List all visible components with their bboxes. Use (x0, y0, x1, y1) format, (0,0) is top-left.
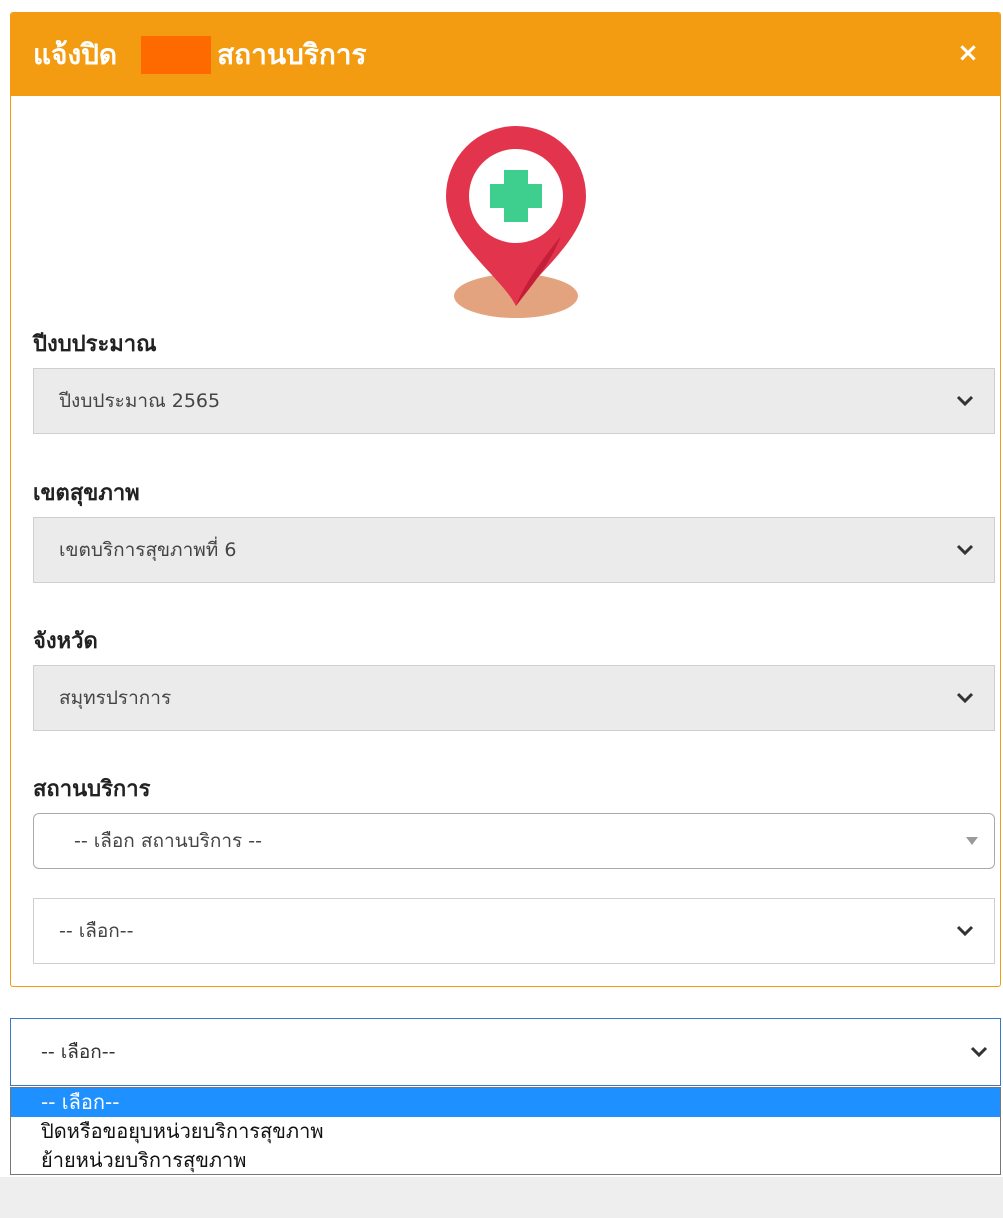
page: แจ้งปิด สถานบริการ × ปีงบประมาณ ปีงบประม… (0, 0, 1003, 1218)
chevron-down-icon (956, 925, 974, 937)
location-pin-medical-cross-icon (446, 126, 586, 318)
chevron-down-icon (956, 692, 974, 704)
facility-value: -- เลือก สถานบริการ -- (74, 830, 262, 852)
close-button[interactable]: × (950, 35, 986, 71)
dropdown-option[interactable]: ย้ายหน่วยบริการสุขภาพ (11, 1146, 1000, 1175)
modal-title-left: แจ้งปิด (33, 37, 118, 71)
action-type-select[interactable]: -- เลือก-- (33, 898, 995, 964)
health-region-select[interactable]: เขตบริการสุขภาพที่ 6 (33, 517, 995, 583)
dropdown-arrow-icon (966, 837, 978, 845)
background-strip (0, 1177, 1003, 1218)
action-type-value: -- เลือก-- (59, 920, 134, 942)
chevron-down-icon (956, 395, 974, 407)
province-value: สมุทรปราการ (59, 687, 172, 709)
dropdown-option[interactable]: ปิดหรือขอยุบหน่วยบริการสุขภาพ (11, 1117, 1000, 1146)
fiscal-year-label: ปีงบประมาณ (33, 332, 157, 357)
province-select[interactable]: สมุทรปราการ (33, 665, 995, 731)
redacted-block (141, 35, 212, 74)
modal-title-right: สถานบริการ (217, 37, 367, 71)
health-region-label: เขตสุขภาพ (33, 481, 140, 506)
fiscal-year-select[interactable]: ปีงบประมาณ 2565 (33, 368, 995, 434)
action-open-select[interactable]: -- เลือก-- (10, 1018, 1001, 1086)
province-label: จังหวัด (33, 629, 98, 654)
close-facility-modal: แจ้งปิด สถานบริการ × ปีงบประมาณ ปีงบประม… (10, 12, 1001, 987)
fiscal-year-value: ปีงบประมาณ 2565 (59, 390, 221, 412)
chevron-down-icon (956, 544, 974, 556)
facility-select[interactable]: -- เลือก สถานบริการ -- (33, 813, 995, 869)
dropdown-list: -- เลือก-- ปิดหรือขอยุบหน่วยบริการสุขภาพ… (10, 1087, 1001, 1175)
dropdown-option[interactable]: -- เลือก-- (11, 1088, 1000, 1117)
chevron-down-icon (970, 1046, 988, 1058)
facility-label: สถานบริการ (33, 777, 151, 802)
modal-title: แจ้งปิด สถานบริการ (11, 13, 911, 96)
open-select-value: -- เลือก-- (41, 1041, 116, 1063)
health-region-value: เขตบริการสุขภาพที่ 6 (59, 539, 237, 561)
modal-header: แจ้งปิด สถานบริการ × (11, 13, 1000, 96)
